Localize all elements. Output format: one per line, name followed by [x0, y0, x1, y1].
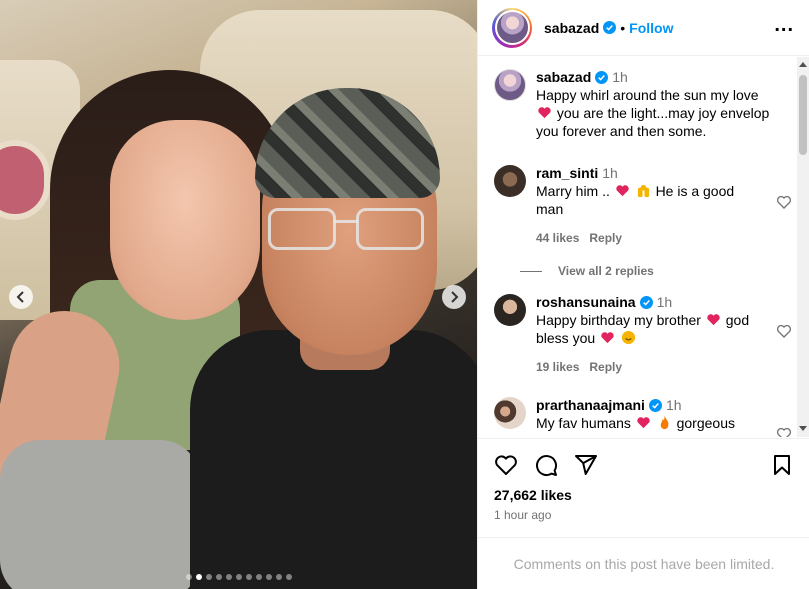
hands-emoji — [637, 184, 649, 198]
author-username[interactable]: sabazad — [544, 20, 599, 36]
post-timestamp[interactable]: 1 hour ago — [494, 508, 551, 522]
likes-count[interactable]: 27,662 likes — [494, 487, 572, 503]
carousel-dot — [255, 574, 262, 580]
chevron-right-icon — [451, 291, 459, 303]
heart-icon[interactable] — [776, 194, 792, 210]
red-heart-emoji — [637, 417, 650, 429]
comment-time[interactable]: 1h — [666, 397, 682, 413]
smile-emoji — [621, 330, 635, 345]
chevron-left-icon — [16, 291, 24, 303]
heart-icon[interactable] — [494, 453, 518, 477]
carousel-dot — [195, 574, 202, 580]
comments-limited-notice: Comments on this post have been limited. — [478, 537, 809, 589]
comment-time[interactable]: 1h — [602, 165, 618, 181]
view-replies[interactable]: View all 2 replies — [520, 262, 809, 278]
reply-button[interactable]: Reply — [589, 360, 622, 374]
carousel-dot — [275, 574, 282, 580]
bookmark-icon[interactable] — [770, 453, 794, 477]
comment-username[interactable]: ram_sinti — [536, 165, 598, 181]
carousel-next-button[interactable] — [442, 285, 466, 309]
caption-text: Happy whirl around the sun my love you a… — [536, 87, 770, 139]
scrollbar-thumb[interactable] — [799, 75, 807, 155]
comment-text: My fav humans gorgeous — [536, 415, 735, 431]
verified-icon — [603, 21, 617, 34]
reply-button[interactable]: Reply — [589, 231, 622, 245]
carousel-dot — [205, 574, 212, 580]
caption-time[interactable]: 1h — [612, 69, 628, 85]
carousel-dot — [265, 574, 272, 580]
carousel-dot — [225, 574, 232, 580]
comment-avatar[interactable] — [494, 294, 526, 326]
author-avatar[interactable] — [492, 7, 532, 48]
post-photo[interactable] — [0, 0, 477, 589]
carousel-dot — [245, 574, 252, 580]
post-header: sabazad • Follow ... — [478, 0, 809, 56]
comment-avatar[interactable] — [494, 397, 526, 429]
comment-icon[interactable] — [534, 453, 558, 477]
scroll-down-arrow[interactable] — [799, 426, 807, 431]
carousel-prev-button[interactable] — [9, 285, 33, 309]
carousel-dot — [185, 574, 192, 580]
red-heart-emoji — [601, 332, 614, 344]
instagram-post: sabazad • Follow ... sabazad 1h Happy whi… — [0, 0, 809, 589]
red-heart-emoji — [707, 314, 720, 326]
follow-button[interactable]: Follow — [629, 20, 673, 36]
comment-likes[interactable]: 44 likes — [536, 231, 579, 245]
heart-icon[interactable] — [776, 323, 792, 339]
post-actions: 27,662 likes 1 hour ago — [478, 438, 809, 536]
verified-icon — [595, 71, 609, 84]
caption-avatar[interactable] — [494, 69, 526, 101]
verified-icon — [639, 296, 653, 309]
carousel-indicator — [0, 574, 477, 580]
comment-likes[interactable]: 19 likes — [536, 360, 579, 374]
photo-man-glasses — [268, 208, 428, 252]
comment-username[interactable]: roshansunaina — [536, 294, 636, 310]
carousel-dot — [215, 574, 222, 580]
comment-text: Marry him .. He is a good man — [536, 183, 735, 217]
comment-avatar[interactable] — [494, 165, 526, 197]
verified-icon — [648, 399, 662, 412]
more-options-button[interactable]: ... — [774, 15, 794, 35]
carousel-dot — [285, 574, 292, 580]
comment-meta: 19 likes Reply — [536, 360, 760, 374]
header-separator: • — [620, 19, 626, 36]
post-side-panel: sabazad • Follow ... sabazad 1h Happy whi… — [477, 0, 809, 589]
photo-woman-pants — [0, 440, 200, 589]
comment-meta: 44 likes Reply — [536, 231, 760, 245]
view-replies-label[interactable]: View all 2 replies — [558, 264, 654, 278]
scroll-up-arrow[interactable] — [799, 62, 807, 67]
photo-woman-face — [110, 120, 260, 320]
fire-emoji — [660, 415, 669, 430]
carousel-dot — [235, 574, 242, 580]
comment-username[interactable]: prarthanaajmani — [536, 397, 645, 413]
comment-time[interactable]: 1h — [657, 294, 673, 310]
heart-icon[interactable] — [776, 426, 792, 437]
share-icon[interactable] — [574, 453, 598, 477]
comments-list[interactable]: sabazad 1h Happy whirl around the sun my … — [478, 57, 809, 437]
more-icon: ... — [774, 14, 794, 36]
red-heart-emoji — [616, 185, 629, 197]
caption-username[interactable]: sabazad — [536, 69, 591, 85]
red-heart-emoji — [538, 107, 551, 119]
comment-text: Happy birthday my brother god bless you — [536, 312, 750, 346]
